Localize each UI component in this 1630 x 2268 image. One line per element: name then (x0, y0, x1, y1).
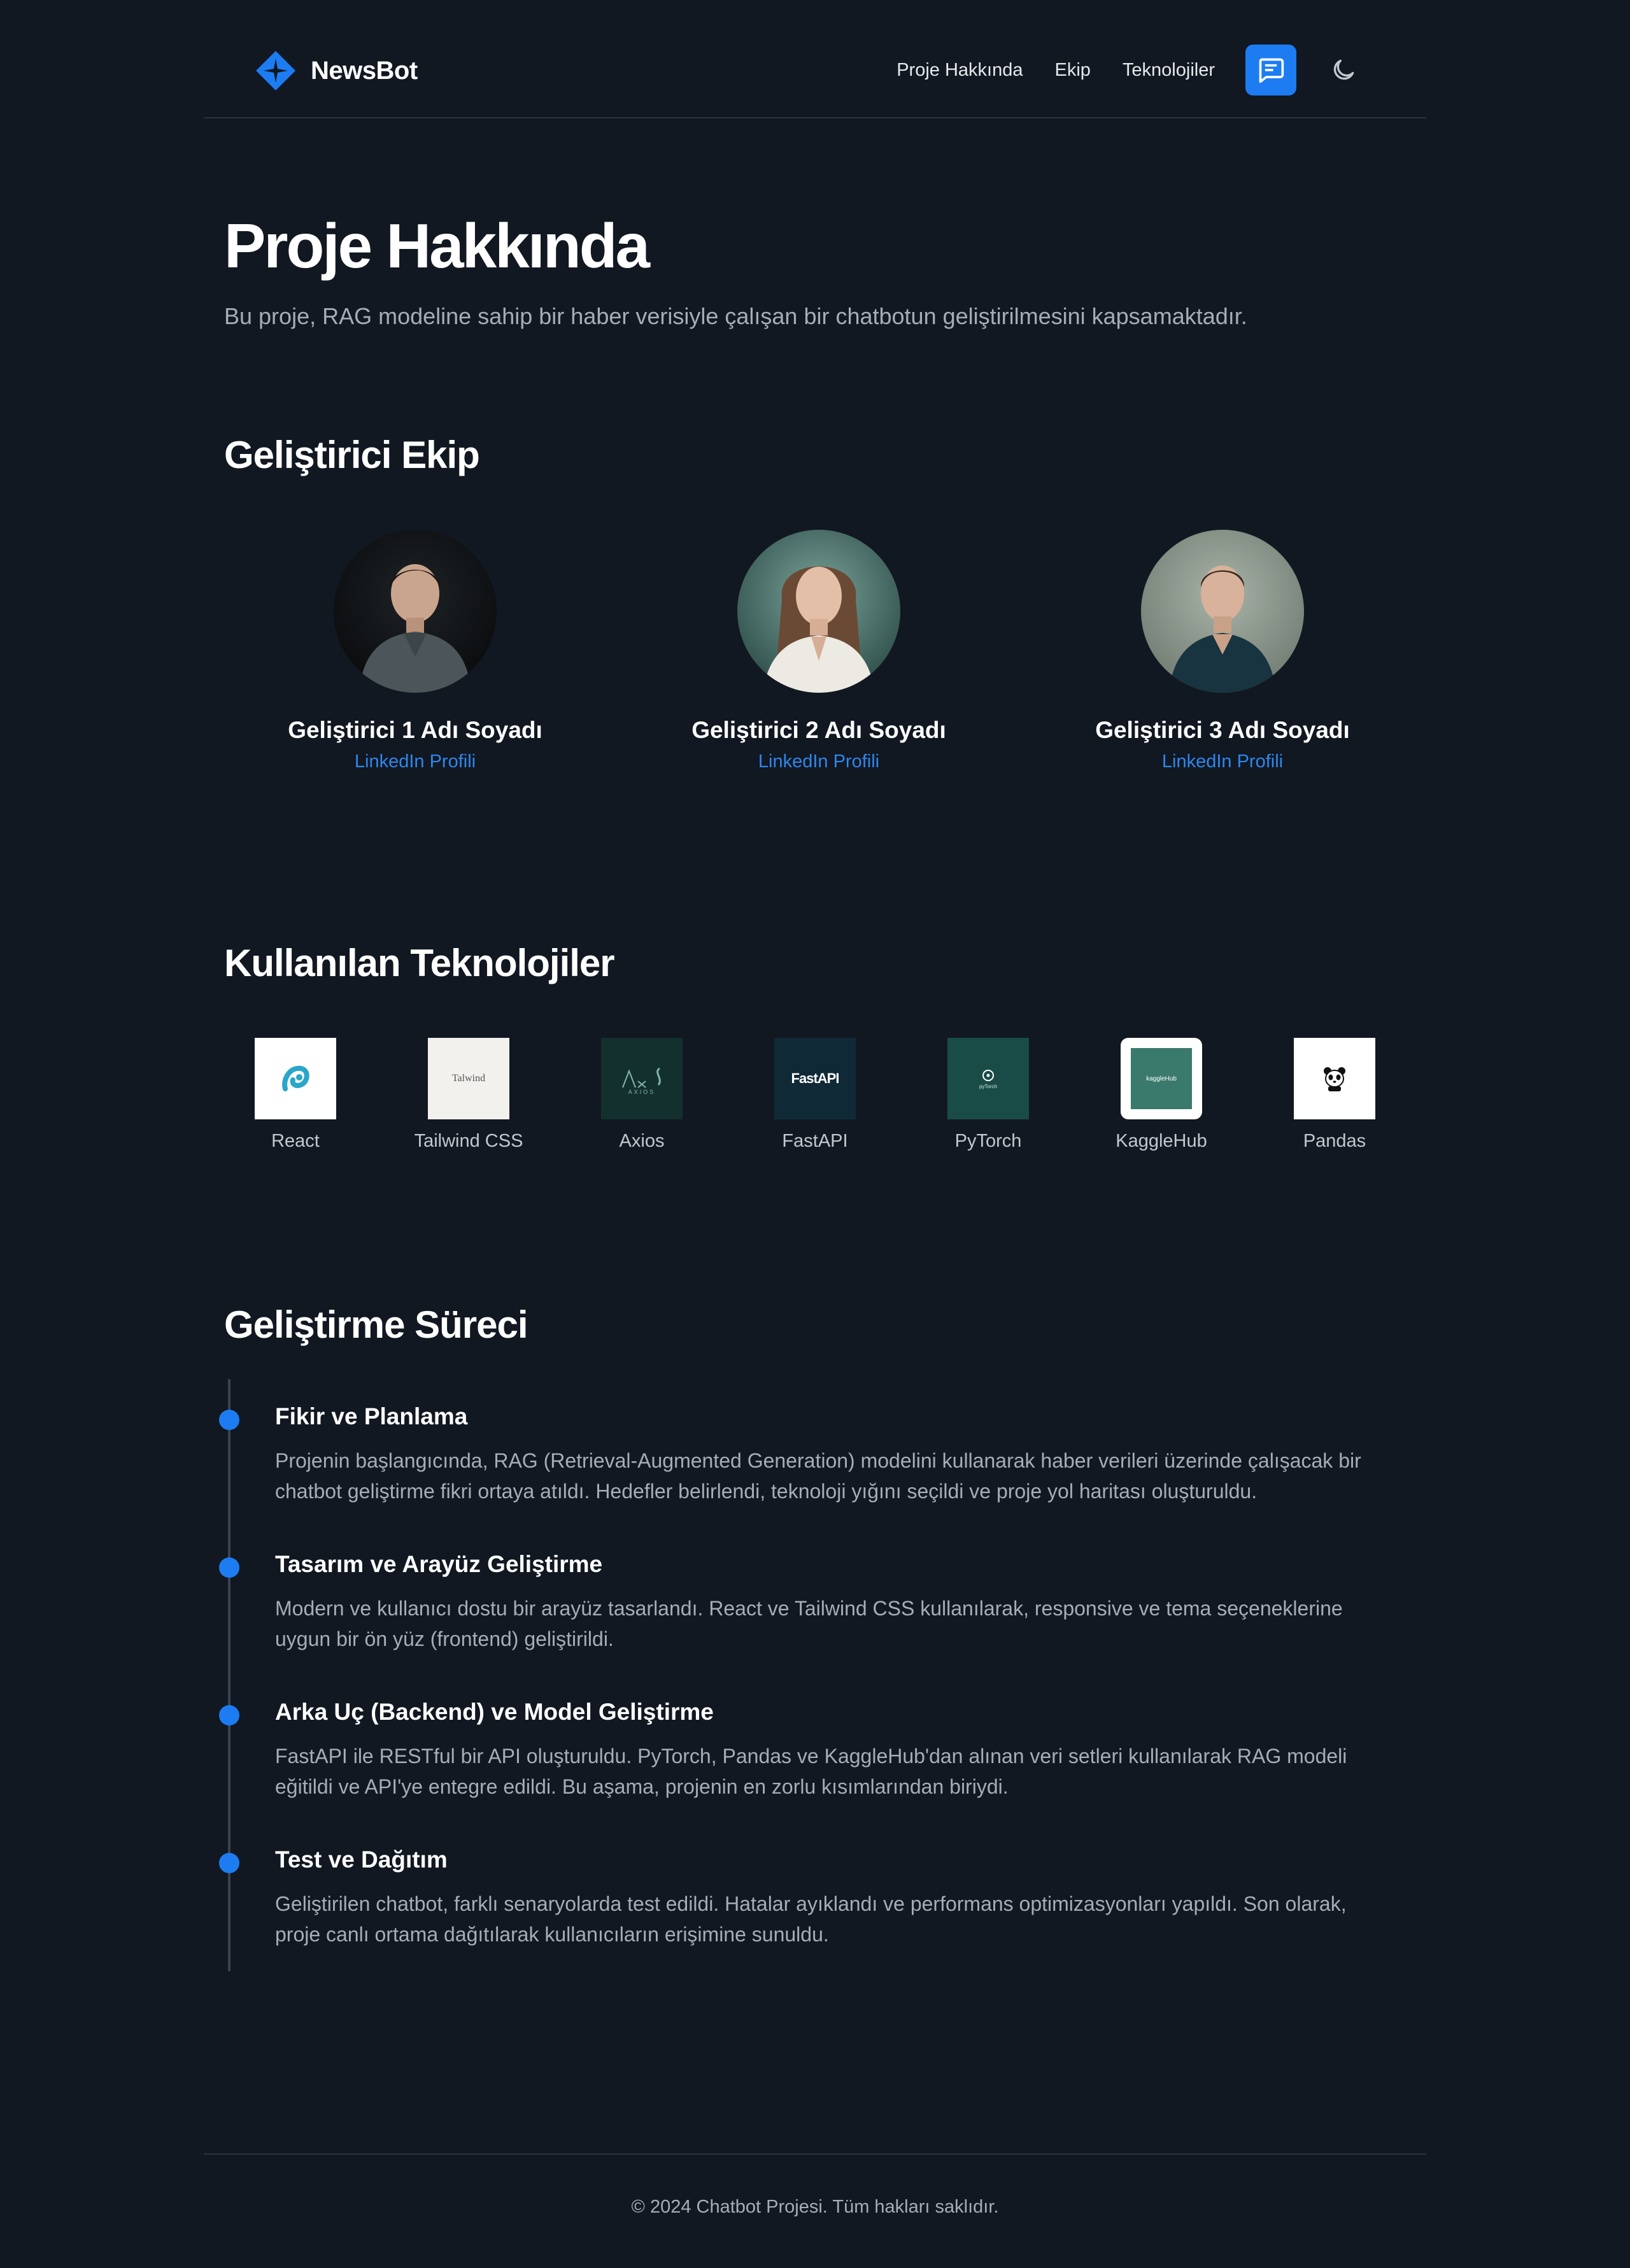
axios-logo-icon: AXIOS (601, 1038, 683, 1119)
process-heading: Geliştirme Süreci (224, 1303, 528, 1346)
tech-label: Pandas (1303, 1131, 1366, 1151)
nav-link-team[interactable]: Ekip (1055, 60, 1091, 81)
site-header: NewsBot Proje Hakkında Ekip Teknolojiler (204, 0, 1426, 118)
copyright-text: © 2024 Chatbot Projesi. Tüm hakları sakl… (631, 2197, 999, 2217)
tech-item: AXIOS Axios (578, 1038, 705, 1152)
linkedin-link[interactable]: LinkedIn Profili (237, 751, 593, 772)
step-description: FastAPI ile RESTful bir API oluşturuldu.… (275, 1745, 1347, 1798)
timeline-dot (219, 1410, 239, 1430)
timeline-dot (219, 1853, 239, 1873)
process-timeline: Fikir ve Planlama Projenin başlangıcında… (219, 1379, 1406, 1971)
brand-name: NewsBot (311, 56, 418, 85)
timeline-dot (219, 1705, 239, 1726)
tech-item: pyTorch PyTorch (925, 1038, 1052, 1152)
team-member-card: Geliştirici 3 Adı Soyadı LinkedIn Profil… (1044, 530, 1401, 772)
chat-button[interactable] (1245, 45, 1296, 96)
tailwind-logo-icon: Talwind (428, 1038, 509, 1119)
tech-item: React (232, 1038, 359, 1152)
avatar (1141, 530, 1304, 693)
step-description: Modern ve kullanıcı dostu bir arayüz tas… (275, 1597, 1343, 1650)
step-title: Test ve Dağıtım (275, 1846, 448, 1873)
page: NewsBot Proje Hakkında Ekip Teknolojiler… (0, 0, 1630, 2268)
team-grid: Geliştirici 1 Adı Soyadı LinkedIn Profil… (204, 530, 1426, 784)
fastapi-logo-icon: FastAPI (774, 1038, 856, 1119)
avatar (737, 530, 900, 693)
tech-heading: Kullanılan Teknolojiler (224, 942, 615, 984)
moon-icon (1333, 59, 1354, 80)
tech-item: Talwind Tailwind CSS (405, 1038, 532, 1152)
member-name: Geliştirici 3 Adı Soyadı (1095, 717, 1350, 743)
nav-link-about[interactable]: Proje Hakkında (896, 60, 1023, 81)
tech-label: Tailwind CSS (414, 1131, 523, 1151)
tech-label: React (271, 1131, 320, 1151)
team-heading: Geliştirici Ekip (224, 434, 480, 476)
step-description: Geliştirilen chatbot, farklı senaryolard… (275, 1892, 1347, 1946)
nav-link-tech[interactable]: Teknolojiler (1123, 60, 1215, 81)
sparkle-logo-icon (255, 50, 297, 92)
tech-item: kaggleHub KaggleHub (1098, 1038, 1225, 1152)
theme-toggle-button[interactable] (1324, 51, 1363, 89)
avatar (334, 530, 497, 693)
step-title: Tasarım ve Arayüz Geliştirme (275, 1551, 603, 1577)
chat-bubble-icon (1259, 58, 1284, 83)
react-logo-icon (255, 1038, 336, 1119)
tech-label: Axios (619, 1131, 665, 1151)
site-footer: © 2024 Chatbot Projesi. Tüm hakları sakl… (204, 2153, 1426, 2268)
tech-label: PyTorch (954, 1131, 1022, 1151)
pytorch-logo-icon: pyTorch (947, 1038, 1029, 1119)
team-member-card: Geliştirici 1 Adı Soyadı LinkedIn Profil… (237, 530, 593, 772)
tech-label: KaggleHub (1116, 1131, 1207, 1151)
tech-item: FastAPI FastAPI (751, 1038, 879, 1152)
page-title: Proje Hakkında (224, 211, 650, 281)
step-title: Arka Uç (Backend) ve Model Geliştirme (275, 1699, 714, 1725)
main-nav: Proje Hakkında Ekip Teknolojiler (896, 45, 1363, 96)
brand-logo[interactable]: NewsBot (255, 50, 418, 92)
step-title: Fikir ve Planlama (275, 1403, 468, 1429)
linkedin-link[interactable]: LinkedIn Profili (641, 751, 997, 772)
member-name: Geliştirici 1 Adı Soyadı (288, 717, 542, 743)
tech-item: Pandas (1271, 1038, 1398, 1152)
tech-grid: React Talwind Tailwind CSS AXIOS Axios F… (224, 1038, 1406, 1165)
pandas-logo-icon (1294, 1038, 1375, 1119)
linkedin-link[interactable]: LinkedIn Profili (1044, 751, 1401, 772)
kagglehub-logo-icon: kaggleHub (1121, 1038, 1202, 1119)
member-name: Geliştirici 2 Adı Soyadı (691, 717, 946, 743)
timeline-dot (219, 1557, 239, 1578)
timeline-line (228, 1379, 230, 1971)
team-member-card: Geliştirici 2 Adı Soyadı LinkedIn Profil… (641, 530, 997, 772)
tech-label: FastAPI (782, 1131, 848, 1151)
step-description: Projenin başlangıcında, RAG (Retrieval-A… (275, 1449, 1361, 1503)
page-subtitle: Bu proje, RAG modeline sahip bir haber v… (224, 303, 1247, 329)
